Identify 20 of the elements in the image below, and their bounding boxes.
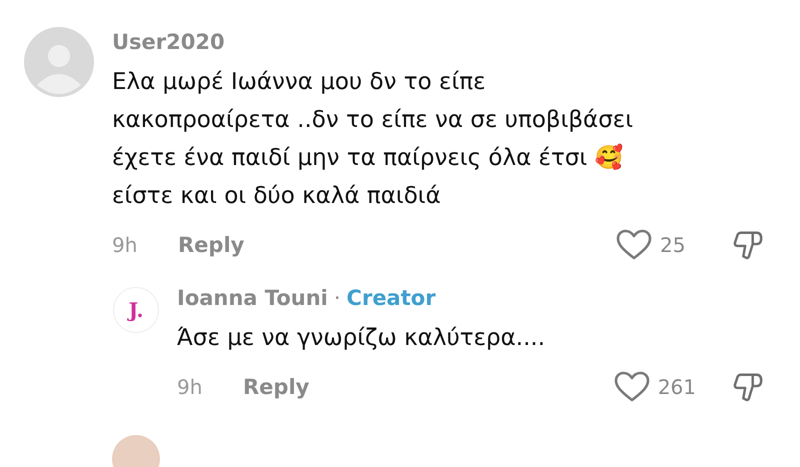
heart-icon[interactable] <box>614 371 650 403</box>
username[interactable]: Ioanna Touni <box>177 283 328 313</box>
comment-text: Άσε με να γνωρίζω καλύτερα.... <box>177 324 546 353</box>
separator-dot: · <box>334 286 341 310</box>
thumbs-down-icon[interactable] <box>732 371 764 403</box>
comment-text: Ελα μωρέ Ιωάννα μου δν το είπε <box>112 68 487 97</box>
username[interactable]: User2020 <box>112 27 764 57</box>
creator-label: Creator <box>346 285 436 312</box>
thumbs-down-icon[interactable] <box>732 229 764 261</box>
like-count: 261 <box>658 375 696 399</box>
reply-button[interactable]: Reply <box>243 375 310 399</box>
reply-button[interactable]: Reply <box>178 233 244 257</box>
creator-avatar[interactable]: J. <box>113 287 159 333</box>
heart-icon[interactable] <box>616 229 652 261</box>
comment-text: κακοπροαίρετα ..δν το είπε να σε υποβιβάσει <box>112 106 634 135</box>
comment-text: είστε και οι δύο καλά παιδιά <box>112 182 442 211</box>
comment-time: 9h <box>112 233 138 257</box>
like-count: 25 <box>660 233 686 257</box>
comment-time: 9h <box>177 375 204 399</box>
comment-text: έχετε ένα παιδί μην τα παίρνεις όλα έτσι 🥰 <box>112 142 625 173</box>
